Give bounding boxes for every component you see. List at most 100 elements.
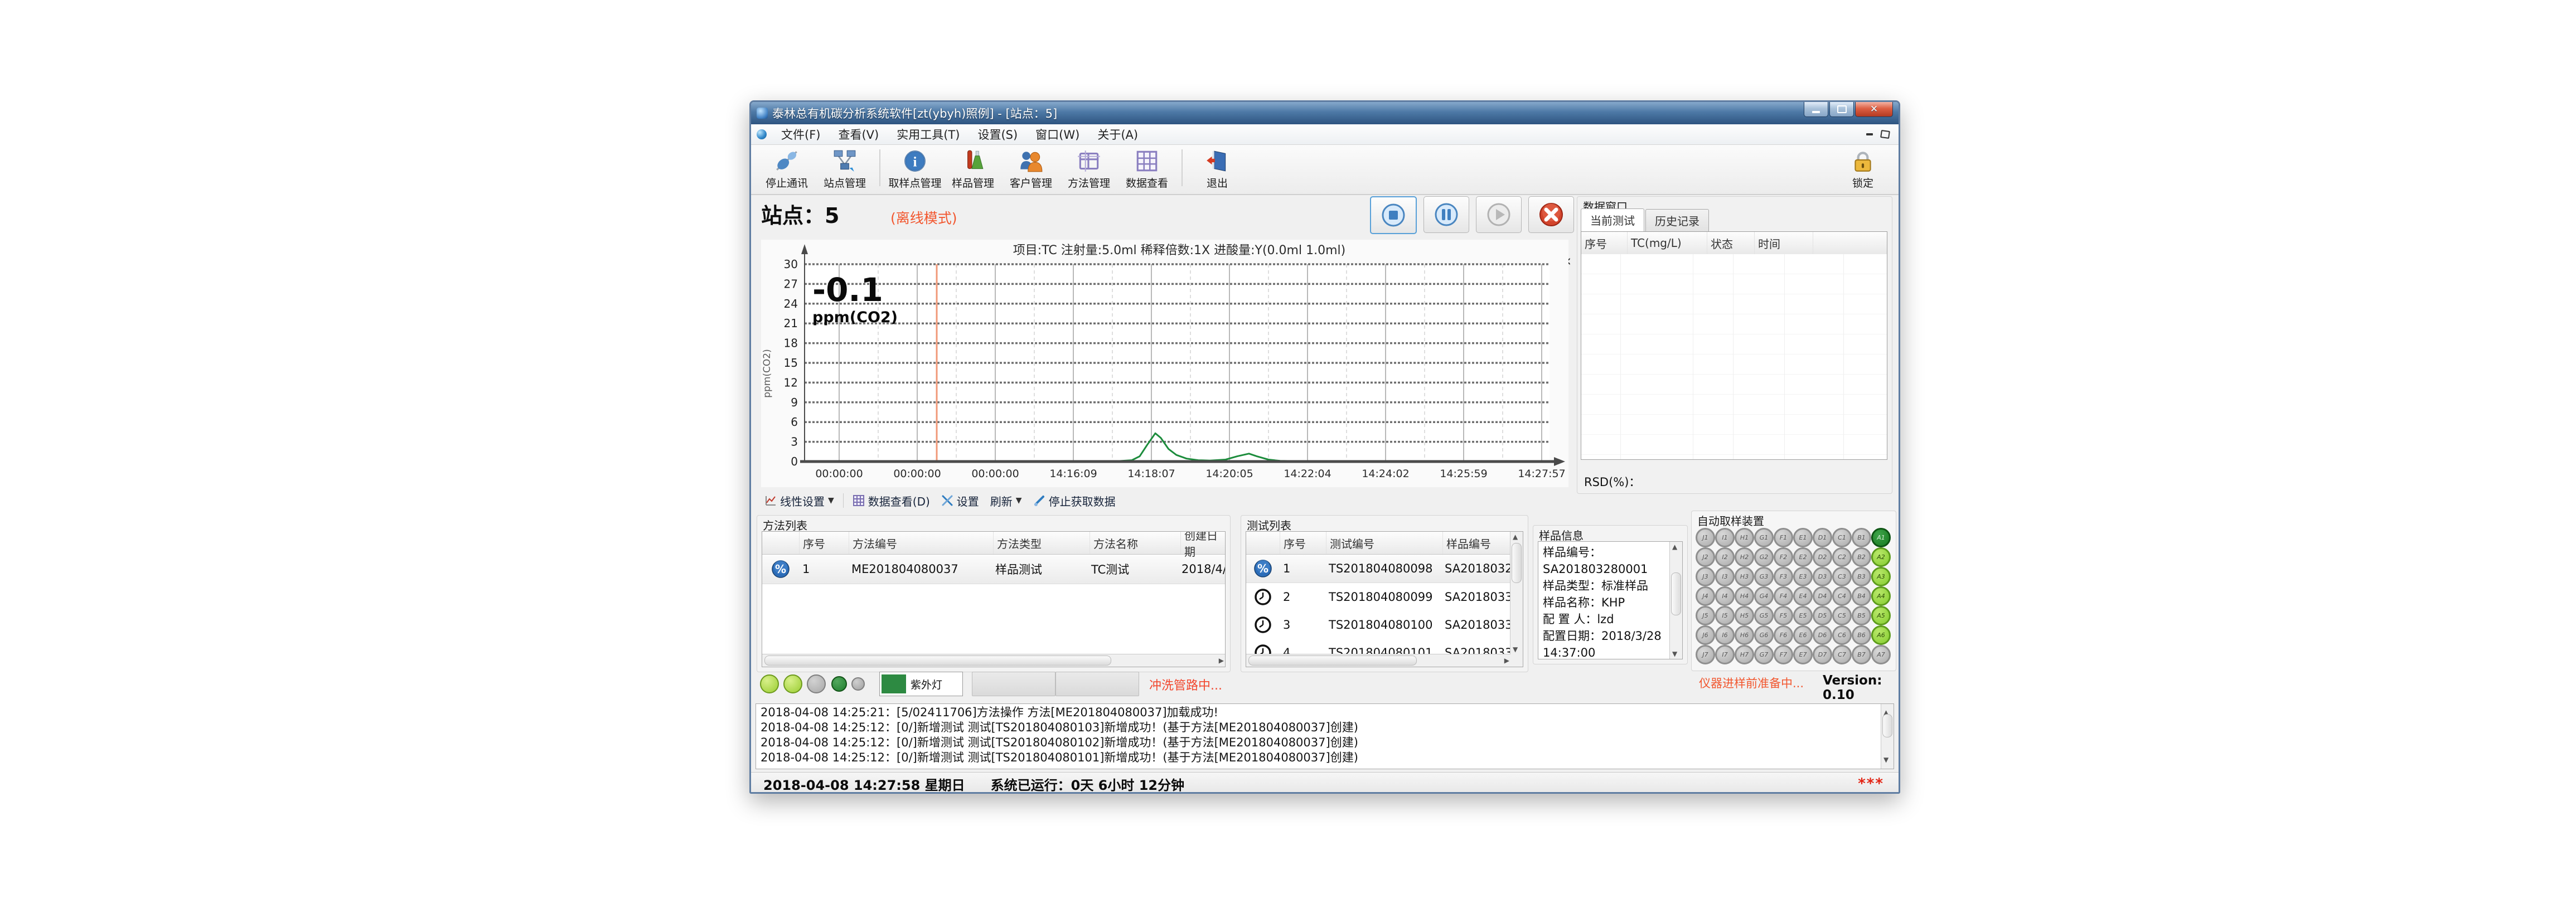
sampler-well-G4[interactable]: G4 (1754, 586, 1774, 606)
sampler-well-F6[interactable]: F6 (1774, 625, 1793, 645)
data-view-chart-button[interactable]: 数据查看(D) (849, 492, 933, 510)
log-vscrollbar[interactable]: ▲ ▼ (1881, 704, 1894, 769)
menu-settings[interactable]: 设置(S) (969, 124, 1026, 144)
sampler-well-F2[interactable]: F2 (1774, 547, 1793, 567)
sampler-well-C7[interactable]: C7 (1832, 645, 1852, 664)
chart-settings-button[interactable]: 设置 (938, 492, 982, 510)
sampler-well-J4[interactable]: J4 (1696, 586, 1715, 606)
sampler-well-F7[interactable]: F7 (1774, 645, 1793, 664)
scroll-down-icon[interactable]: ▼ (1883, 753, 1889, 768)
scroll-right-icon[interactable]: ▶ (1504, 657, 1509, 664)
sampler-well-F5[interactable]: F5 (1774, 606, 1793, 625)
sampler-well-B2[interactable]: B2 (1852, 547, 1871, 567)
stop-acquire-button[interactable]: 停止获取数据 (1030, 492, 1119, 510)
sampler-well-J2[interactable]: J2 (1696, 547, 1715, 567)
exit-button[interactable]: 退出 (1188, 147, 1246, 191)
test-row[interactable]: %1TS201804080098SA201803280001 (1246, 555, 1523, 583)
sampler-well-H3[interactable]: H3 (1735, 567, 1754, 586)
sampler-well-J1[interactable]: J1 (1696, 528, 1715, 547)
sampler-well-A3[interactable]: A3 (1871, 567, 1891, 586)
sampler-well-E2[interactable]: E2 (1793, 547, 1813, 567)
sampler-well-F1[interactable]: F1 (1774, 528, 1793, 547)
menu-file[interactable]: 文件(F) (772, 124, 829, 144)
refresh-button[interactable]: 刷新 ▼ (987, 492, 1025, 510)
sampler-well-G7[interactable]: G7 (1754, 645, 1774, 664)
stop-comm-button[interactable]: 停止通讯 (758, 147, 816, 191)
sampler-well-E1[interactable]: E1 (1793, 528, 1813, 547)
menu-view[interactable]: 查看(V) (829, 124, 888, 144)
sampler-well-A2[interactable]: A2 (1871, 547, 1891, 567)
start-run-button[interactable] (1476, 196, 1522, 233)
sampler-well-J5[interactable]: J5 (1696, 606, 1715, 625)
sampler-well-G5[interactable]: G5 (1754, 606, 1774, 625)
sampler-well-E7[interactable]: E7 (1793, 645, 1813, 664)
sampler-well-I3[interactable]: I3 (1715, 567, 1735, 586)
sampler-well-C5[interactable]: C5 (1832, 606, 1852, 625)
test-row[interactable]: 2TS201804080099SA201803310000 (1246, 583, 1523, 611)
col-method-type[interactable]: 方法类型 (994, 532, 1090, 554)
sampler-well-A4[interactable]: A4 (1871, 586, 1891, 606)
sampler-well-A5[interactable]: A5 (1871, 606, 1891, 625)
sampler-well-E5[interactable]: E5 (1793, 606, 1813, 625)
col-test-id[interactable]: 测试编号 (1326, 532, 1443, 554)
scroll-up-icon[interactable]: ▲ (1672, 543, 1677, 551)
sampler-well-C4[interactable]: C4 (1832, 586, 1852, 606)
sampler-well-F4[interactable]: F4 (1774, 586, 1793, 606)
sampler-well-C2[interactable]: C2 (1832, 547, 1852, 567)
station-manage-button[interactable]: 站点管理 (816, 147, 874, 191)
method-row[interactable]: % 1 ME201804080037 样品测试 TC测试 2018/4/8 14… (762, 555, 1225, 584)
sampler-well-A6[interactable]: A6 (1871, 625, 1891, 645)
col-status[interactable]: 状态 (1707, 232, 1755, 254)
sampler-well-G1[interactable]: G1 (1754, 528, 1774, 547)
sampler-well-F3[interactable]: F3 (1774, 567, 1793, 586)
stop-run-button[interactable] (1370, 196, 1417, 234)
sampler-well-D4[interactable]: D4 (1813, 586, 1832, 606)
sampler-well-D3[interactable]: D3 (1813, 567, 1832, 586)
test-hscrollbar[interactable]: ▶ (1246, 654, 1510, 667)
sampler-well-G6[interactable]: G6 (1754, 625, 1774, 645)
sampler-well-H6[interactable]: H6 (1735, 625, 1754, 645)
col-seq[interactable]: 序号 (1581, 232, 1628, 254)
minimize-button[interactable] (1804, 102, 1828, 117)
col-method-date[interactable]: 创建日期 (1181, 532, 1225, 554)
menu-tools[interactable]: 实用工具(T) (888, 124, 969, 144)
tab-history[interactable]: 历史记录 (1645, 209, 1709, 231)
sampler-well-B6[interactable]: B6 (1852, 625, 1871, 645)
sampler-well-G3[interactable]: G3 (1754, 567, 1774, 586)
sampler-well-J7[interactable]: J7 (1696, 645, 1715, 664)
cancel-run-button[interactable] (1528, 196, 1574, 233)
method-manage-button[interactable]: 方法管理 (1060, 147, 1118, 191)
sampler-well-I4[interactable]: I4 (1715, 586, 1735, 606)
lock-button[interactable]: 锁定 (1834, 147, 1892, 191)
sampler-well-B4[interactable]: B4 (1852, 586, 1871, 606)
sampler-well-D1[interactable]: D1 (1813, 528, 1832, 547)
sampler-well-H1[interactable]: H1 (1735, 528, 1754, 547)
scroll-up-icon[interactable]: ▲ (1513, 533, 1518, 541)
sampler-well-C6[interactable]: C6 (1832, 625, 1852, 645)
sampler-well-J6[interactable]: J6 (1696, 625, 1715, 645)
sampler-well-I2[interactable]: I2 (1715, 547, 1735, 567)
sampler-well-J3[interactable]: J3 (1696, 567, 1715, 586)
sampler-well-D7[interactable]: D7 (1813, 645, 1832, 664)
sampler-well-I5[interactable]: I5 (1715, 606, 1735, 625)
title-bar[interactable]: 泰林总有机碳分析系统软件[zt(ybyh)照例] - [站点：5] ✕ (751, 102, 1899, 124)
menu-window[interactable]: 窗口(W) (1026, 124, 1088, 144)
sampler-well-D5[interactable]: D5 (1813, 606, 1832, 625)
sampler-well-C3[interactable]: C3 (1832, 567, 1852, 586)
col-method-id[interactable]: 方法编号 (849, 532, 994, 554)
sampler-well-I1[interactable]: I1 (1715, 528, 1735, 547)
col-time[interactable]: 时间 (1755, 232, 1813, 254)
mdi-minimize-icon[interactable] (1866, 133, 1873, 135)
col-method-seq[interactable]: 序号 (800, 532, 849, 554)
scroll-down-icon[interactable]: ▼ (1513, 645, 1518, 653)
sampler-well-B5[interactable]: B5 (1852, 606, 1871, 625)
sampler-well-H7[interactable]: H7 (1735, 645, 1754, 664)
col-test-seq[interactable]: 序号 (1280, 532, 1326, 554)
close-button[interactable]: ✕ (1855, 102, 1893, 117)
test-row[interactable]: 3TS201804080100SA201803310001 (1246, 611, 1523, 639)
sampler-well-B7[interactable]: B7 (1852, 645, 1871, 664)
data-view-button[interactable]: 数据查看 (1118, 147, 1176, 191)
sampler-well-A1[interactable]: A1 (1871, 528, 1891, 547)
scroll-down-icon[interactable]: ▼ (1672, 650, 1677, 658)
sampler-well-D2[interactable]: D2 (1813, 547, 1832, 567)
